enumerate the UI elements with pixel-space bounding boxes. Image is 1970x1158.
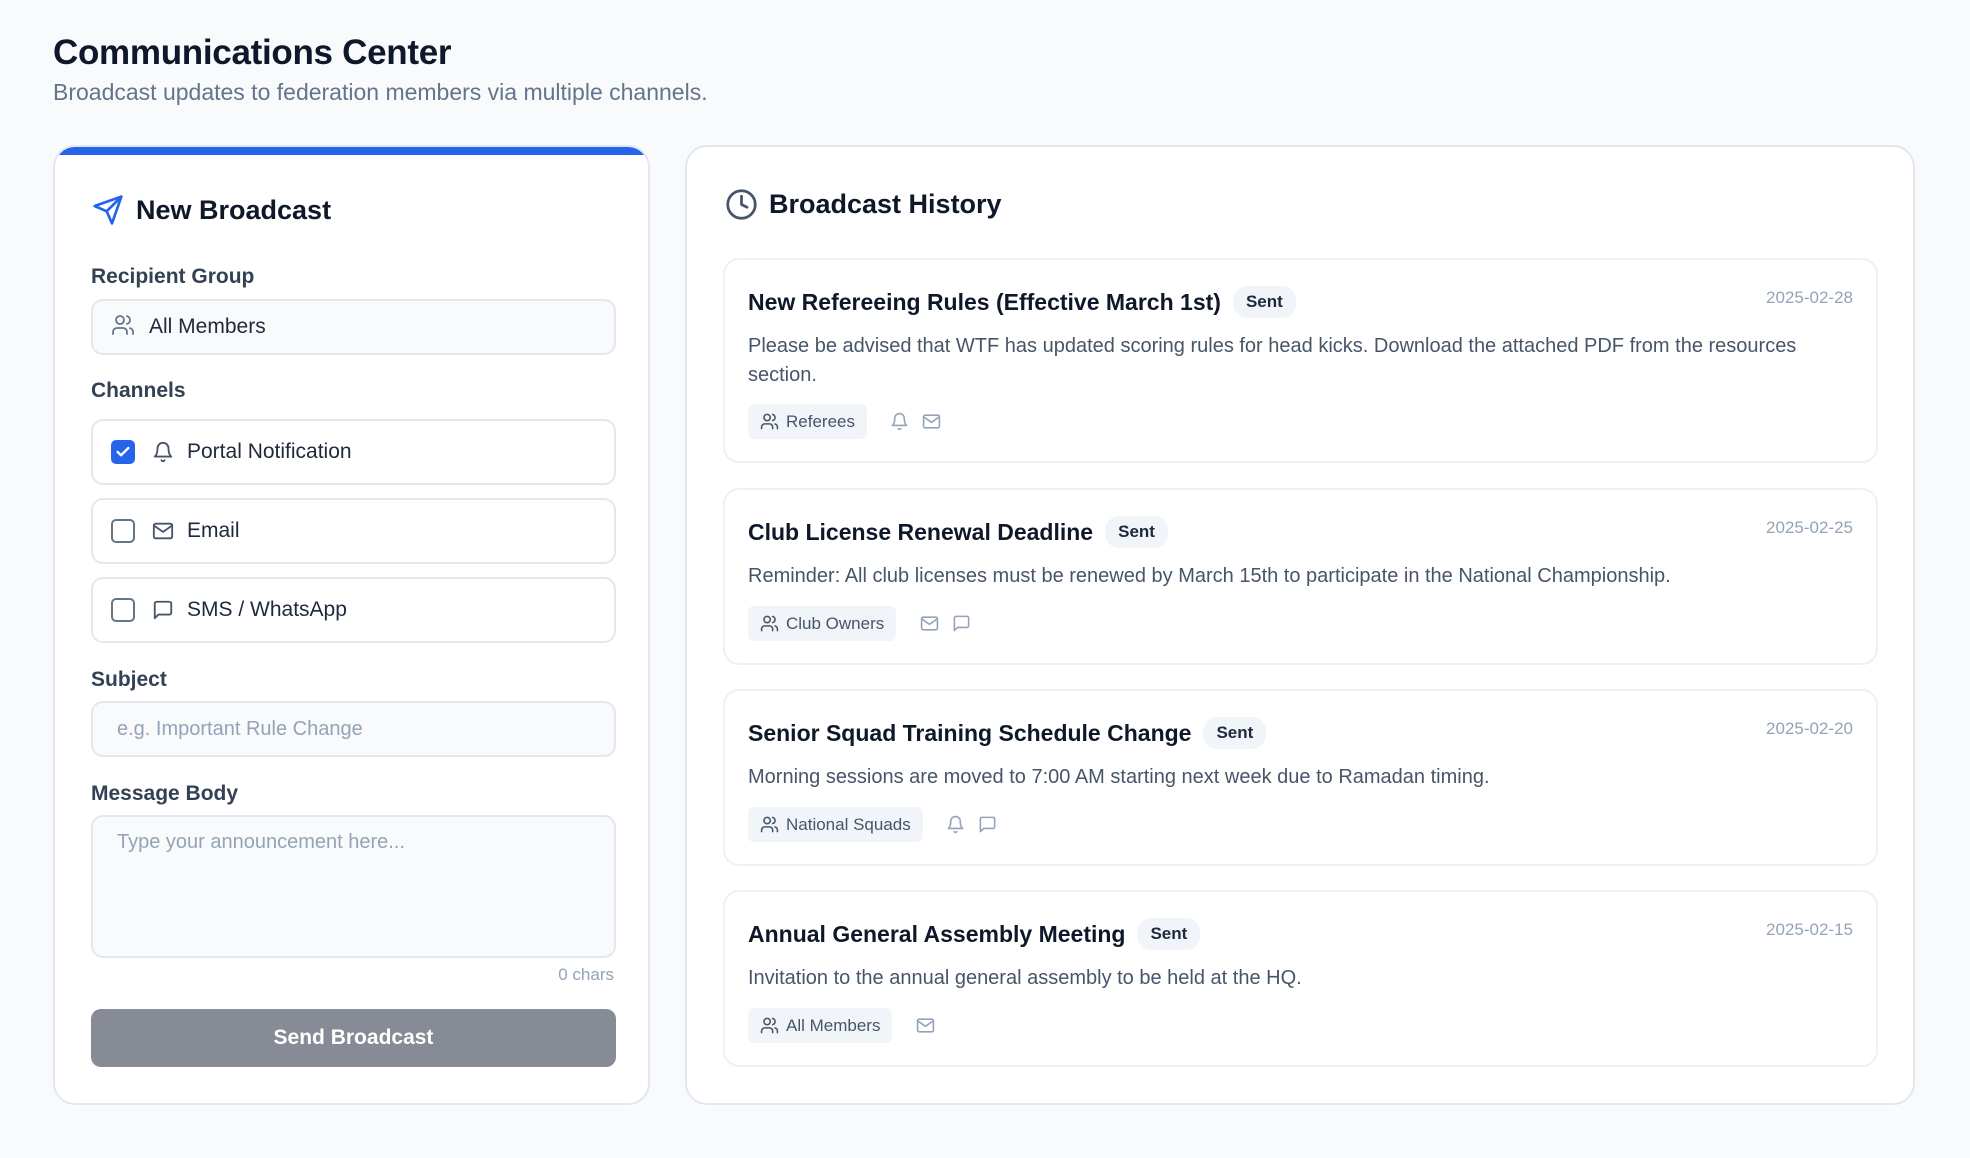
message-body-textarea[interactable]: Type your announcement here... xyxy=(91,815,616,958)
bell-icon xyxy=(945,814,967,836)
status-badge: Sent xyxy=(1137,918,1201,950)
email-checkbox[interactable] xyxy=(111,519,135,543)
users-icon xyxy=(760,1016,780,1036)
portal-notification-checkbox[interactable] xyxy=(111,440,135,464)
history-item-meta: Referees xyxy=(748,404,943,439)
recipient-tag-label: Referees xyxy=(786,411,855,431)
recipient-group-select[interactable]: All Members xyxy=(91,299,616,355)
history-item-body: Invitation to the annual general assembl… xyxy=(748,967,1302,989)
history-item-date: 2025-02-25 xyxy=(1766,518,1853,537)
chat-icon xyxy=(950,613,972,635)
history-item-title: Senior Squad Training Schedule Change xyxy=(748,719,1192,746)
users-icon xyxy=(111,313,135,342)
history-item-title: New Refereeing Rules (Effective March 1s… xyxy=(748,288,1221,315)
recipient-tag: Club Owners xyxy=(748,606,897,641)
mail-icon xyxy=(914,1015,936,1037)
subject-input[interactable]: e.g. Important Rule Change xyxy=(91,701,616,757)
history-item[interactable]: Senior Squad Training Schedule Change Se… xyxy=(723,689,1878,866)
recipient-tag: National Squads xyxy=(748,807,923,842)
users-icon xyxy=(760,412,780,432)
sms-checkbox[interactable] xyxy=(111,598,135,622)
history-item[interactable]: Club License Renewal Deadline Sent 2025-… xyxy=(723,488,1878,665)
recipient-tag-label: Club Owners xyxy=(786,613,885,633)
broadcast-history-header: Broadcast History xyxy=(724,187,1002,221)
history-item-body: Please be advised that WTF has updated s… xyxy=(748,335,1797,386)
status-badge: Sent xyxy=(1203,717,1267,749)
history-item-body: Reminder: All club licenses must be rene… xyxy=(748,565,1671,587)
broadcast-history-panel: Broadcast History New Refereeing Rules (… xyxy=(685,145,1915,1105)
history-item-title: Annual General Assembly Meeting xyxy=(748,920,1126,947)
history-item-meta: National Squads xyxy=(748,807,999,842)
users-icon xyxy=(760,614,780,634)
chat-icon xyxy=(977,814,999,836)
message-body-label: Message Body xyxy=(91,782,239,805)
history-item-meta: Club Owners xyxy=(748,606,972,641)
mail-icon xyxy=(918,613,940,635)
recipient-group-value: All Members xyxy=(149,315,266,338)
char-count: 0 chars xyxy=(558,965,614,984)
recipient-tag-label: National Squads xyxy=(786,814,911,834)
channel-email[interactable]: Email xyxy=(91,498,616,564)
history-item-meta: All Members xyxy=(748,1008,936,1043)
channel-label: Email xyxy=(187,519,240,542)
bell-icon xyxy=(151,440,175,464)
recipient-tag-label: All Members xyxy=(786,1015,881,1035)
mail-icon xyxy=(921,411,943,433)
page-subtitle: Broadcast updates to federation members … xyxy=(53,79,708,105)
history-item-title: Club License Renewal Deadline xyxy=(748,518,1094,545)
page-title: Communications Center xyxy=(53,33,452,72)
channel-sms-whatsapp[interactable]: SMS / WhatsApp xyxy=(91,577,616,643)
history-item-body: Morning sessions are moved to 7:00 AM st… xyxy=(748,766,1490,788)
panel-accent-bar xyxy=(55,147,648,155)
history-item-date: 2025-02-20 xyxy=(1766,719,1853,738)
recipient-tag: Referees xyxy=(748,404,867,439)
new-broadcast-header: New Broadcast xyxy=(91,193,331,227)
history-item-date: 2025-02-15 xyxy=(1766,920,1853,939)
channel-label: SMS / WhatsApp xyxy=(187,598,347,621)
recipient-group-label: Recipient Group xyxy=(91,265,255,288)
history-item[interactable]: Annual General Assembly Meeting Sent 202… xyxy=(723,890,1878,1067)
users-icon xyxy=(760,815,780,835)
bell-icon xyxy=(889,411,911,433)
recipient-tag: All Members xyxy=(748,1008,893,1043)
subject-label: Subject xyxy=(91,668,167,691)
history-item[interactable]: New Refereeing Rules (Effective March 1s… xyxy=(723,258,1878,463)
broadcast-history-title: Broadcast History xyxy=(769,188,1002,219)
status-badge: Sent xyxy=(1105,516,1168,548)
channels-label: Channels xyxy=(91,379,186,402)
chat-icon xyxy=(151,598,175,622)
clock-icon xyxy=(724,187,758,221)
send-icon xyxy=(91,193,125,227)
new-broadcast-title: New Broadcast xyxy=(136,194,332,225)
status-badge: Sent xyxy=(1232,286,1296,318)
channel-label: Portal Notification xyxy=(187,440,352,463)
send-broadcast-button[interactable]: Send Broadcast xyxy=(91,1009,616,1067)
page: Communications Center Broadcast updates … xyxy=(0,0,1970,1158)
channel-portal-notification[interactable]: Portal Notification xyxy=(91,419,616,485)
history-item-date: 2025-02-28 xyxy=(1766,288,1853,307)
mail-icon xyxy=(151,519,175,543)
new-broadcast-panel: New Broadcast Recipient Group All Member… xyxy=(53,145,650,1105)
